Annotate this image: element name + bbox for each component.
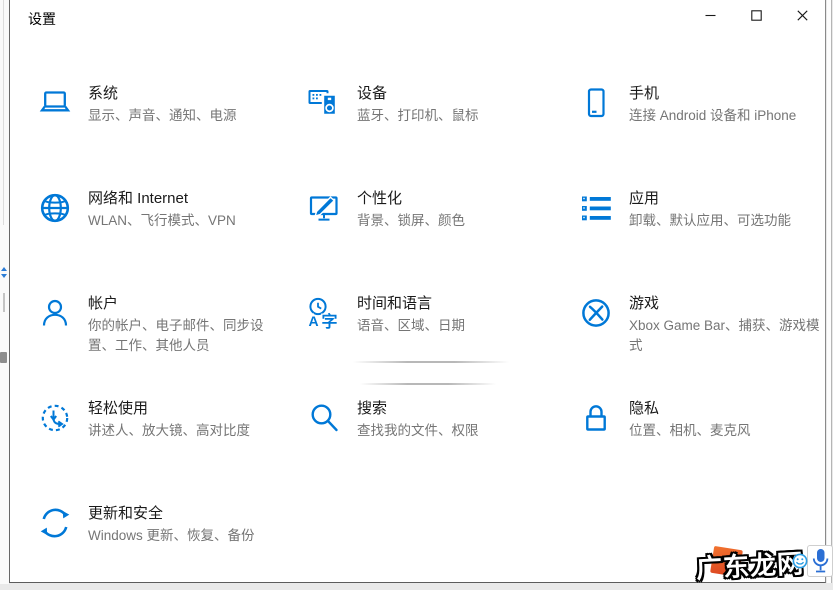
search-icon — [306, 400, 342, 436]
tile-subtitle: Xbox Game Bar、捕获、游戏模式 — [629, 318, 820, 353]
tile-apps[interactable]: 应用 卸载、默认应用、可选功能 — [578, 189, 791, 231]
account-icon — [37, 295, 73, 331]
faint-divider-artifact — [353, 361, 509, 363]
tile-subtitle: 显示、声音、通知、电源 — [88, 108, 237, 123]
titlebar[interactable]: 设置 — [10, 0, 825, 34]
tile-title: 个性化 — [357, 190, 403, 207]
tile-personalization[interactable]: 个性化 背景、锁屏、颜色 — [306, 189, 465, 231]
tile-subtitle: 卸载、默认应用、可选功能 — [629, 213, 791, 228]
background-window-edge — [0, 0, 9, 584]
tile-title: 系统 — [88, 85, 119, 102]
watermark: 广东龙网 — [690, 543, 833, 584]
time-language-icon: A 字 — [306, 295, 342, 331]
tile-title: 游戏 — [629, 295, 660, 312]
tile-title: 应用 — [629, 190, 660, 207]
phone-icon — [578, 85, 614, 121]
sync-arrows-icon — [37, 505, 73, 541]
microphone-icon — [811, 548, 830, 580]
svg-text:字: 字 — [322, 312, 338, 330]
ease-of-access-icon — [37, 400, 73, 436]
tile-title: 隐私 — [629, 400, 660, 417]
sort-arrow-up-icon — [1, 267, 7, 271]
sort-arrow-down-icon — [1, 274, 7, 278]
globe-icon — [37, 190, 73, 226]
tile-system[interactable]: 系统 显示、声音、通知、电源 — [37, 84, 237, 126]
tile-network[interactable]: 网络和 Internet WLAN、飞行模式、VPN — [37, 189, 236, 231]
tile-update-security[interactable]: 更新和安全 Windows 更新、恢复、备份 — [37, 504, 255, 546]
tile-subtitle: 蓝牙、打印机、鼠标 — [357, 108, 479, 123]
tile-title: 帐户 — [88, 295, 119, 312]
windows-settings-screen: 设置 系统 显示、声音、通知、电源 设备 蓝牙、打印机、鼠标 手机 连接 And… — [0, 0, 833, 590]
faint-divider-artifact — [360, 383, 496, 385]
tile-subtitle: 背景、锁屏、颜色 — [357, 213, 465, 228]
tile-accounts[interactable]: 帐户 你的帐户、电子邮件、同步设置、工作、其他人员 — [37, 294, 270, 355]
settings-window: 设置 系统 显示、声音、通知、电源 设备 蓝牙、打印机、鼠标 手机 连接 And… — [9, 0, 826, 583]
close-icon — [796, 9, 808, 21]
apps-list-icon — [578, 190, 614, 226]
edge-divider — [3, 0, 4, 225]
personalization-icon — [306, 190, 342, 226]
tile-subtitle: 位置、相机、麦克风 — [629, 423, 751, 438]
tile-title: 更新和安全 — [88, 505, 164, 522]
watermark-text: 广东龙网 — [695, 548, 805, 584]
window-title: 设置 — [28, 11, 56, 27]
tile-subtitle: 你的帐户、电子邮件、同步设置、工作、其他人员 — [88, 318, 264, 353]
tile-title: 手机 — [629, 85, 660, 102]
maximize-button[interactable] — [733, 0, 779, 30]
tile-subtitle: 讲述人、放大镜、高对比度 — [88, 423, 250, 438]
tile-time-language[interactable]: A 字 时间和语言 语音、区域、日期 — [306, 294, 465, 336]
tile-subtitle: 语音、区域、日期 — [357, 318, 465, 333]
edge-divider — [3, 293, 5, 312]
tile-title: 时间和语言 — [357, 295, 433, 312]
close-button[interactable] — [779, 0, 825, 30]
tile-search[interactable]: 搜索 查找我的文件、权限 — [306, 399, 479, 441]
tile-title: 设备 — [357, 85, 388, 102]
minimize-icon — [705, 14, 715, 16]
laptop-icon — [37, 85, 73, 121]
caption-buttons — [687, 0, 825, 30]
window-right-gap — [827, 0, 832, 583]
privacy-lock-icon — [578, 400, 614, 436]
maximize-icon — [750, 9, 762, 21]
tile-devices[interactable]: 设备 蓝牙、打印机、鼠标 — [306, 84, 479, 126]
tile-privacy[interactable]: 隐私 位置、相机、麦克风 — [578, 399, 751, 441]
tile-gaming[interactable]: 游戏 Xbox Game Bar、捕获、游戏模式 — [578, 294, 825, 355]
tile-phone[interactable]: 手机 连接 Android 设备和 iPhone — [578, 84, 796, 126]
xbox-icon — [578, 295, 614, 331]
minimize-button[interactable] — [687, 0, 733, 30]
tile-subtitle: Windows 更新、恢复、备份 — [88, 528, 255, 543]
tile-title: 搜索 — [357, 400, 388, 417]
smiley-icon — [792, 553, 808, 574]
tile-title: 网络和 Internet — [88, 190, 189, 207]
tile-title: 轻松使用 — [88, 400, 149, 417]
tile-subtitle: 连接 Android 设备和 iPhone — [629, 108, 797, 123]
tile-subtitle: 查找我的文件、权限 — [357, 423, 479, 438]
svg-text:A: A — [309, 313, 319, 329]
clipped-glyph-artifact — [0, 352, 7, 363]
devices-icon — [306, 85, 342, 121]
tile-ease-of-access[interactable]: 轻松使用 讲述人、放大镜、高对比度 — [37, 399, 250, 441]
tile-subtitle: WLAN、飞行模式、VPN — [88, 213, 236, 228]
